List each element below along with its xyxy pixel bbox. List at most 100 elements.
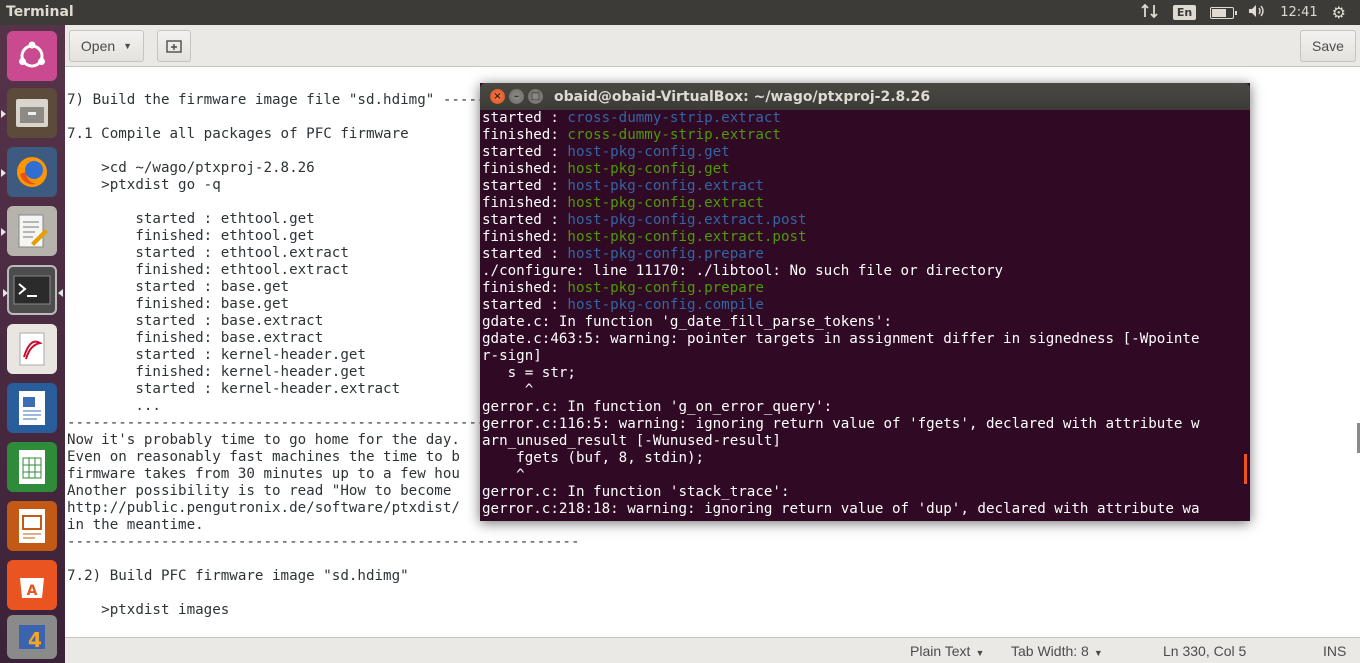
terminal-line-prefix: ^ — [482, 382, 534, 398]
terminal-line: gdate.c: In function 'g_date_fill_parse_… — [482, 314, 1250, 331]
top-panel: Terminal En 12:41 ⚙ — [0, 0, 1360, 25]
firefox-icon[interactable] — [1, 147, 57, 197]
terminal-line: s = str; — [482, 365, 1250, 382]
network-icon[interactable] — [1141, 3, 1159, 23]
ubuntu-software-icon[interactable]: A — [7, 560, 57, 610]
terminal-line-prefix: gerror.c: In function 'stack_trace': — [482, 484, 790, 500]
editor-line: >ptxdist images — [67, 602, 230, 618]
terminal-line: gerror.c: In function 'g_on_error_query'… — [482, 399, 1250, 416]
terminal-line-prefix: gerror.c: In function 'g_on_error_query'… — [482, 399, 833, 415]
files-icon[interactable] — [1, 88, 57, 138]
terminal-line-prefix: finished: — [482, 229, 568, 245]
terminal-line-prefix: arn_unused_result [-Wunused-result] — [482, 433, 781, 449]
software-updater-icon[interactable]: 4 — [7, 615, 57, 659]
terminal-line-prefix: fgets (buf, 8, stdin); — [482, 450, 705, 466]
terminal-titlebar[interactable]: × – □ obaid@obaid-VirtualBox: ~/wago/ptx… — [480, 83, 1250, 110]
minimize-icon[interactable]: – — [509, 89, 524, 104]
terminal-line: ^ — [482, 382, 1250, 399]
terminal-line: fgets (buf, 8, stdin); — [482, 450, 1250, 467]
tab-width-label: Tab Width: 8 — [1011, 643, 1089, 659]
terminal-line-package: host-pkg-config.extract.post — [567, 212, 807, 228]
system-tray: En 12:41 ⚙ — [1141, 0, 1360, 25]
terminal-line-prefix: started : — [482, 110, 568, 126]
maximize-icon[interactable]: □ — [528, 89, 543, 104]
terminal-line-prefix: started : — [482, 297, 568, 313]
terminal-scrollbar[interactable] — [1244, 454, 1247, 484]
terminal-line: started : host-pkg-config.prepare — [482, 246, 1250, 263]
terminal-line: gerror.c:218:18: warning: ignoring retur… — [482, 501, 1250, 518]
tab-width-dropdown[interactable]: Tab Width: 8 ▼ — [1011, 643, 1103, 659]
active-indicator — [58, 289, 63, 297]
open-button[interactable]: Open ▼ — [69, 30, 144, 62]
terminal-line-prefix: s = str; — [482, 365, 576, 381]
editor-statusbar: Plain Text ▼ Tab Width: 8 ▼ Ln 330, Col 5 … — [65, 637, 1360, 663]
terminal-line-prefix: gdate.c:463:5: warning: pointer targets … — [482, 331, 1200, 347]
save-button-label: Save — [1312, 38, 1344, 54]
close-icon[interactable]: × — [490, 89, 505, 104]
new-tab-button[interactable] — [157, 30, 191, 62]
running-indicator — [1, 228, 6, 236]
clock[interactable]: 12:41 — [1280, 5, 1317, 20]
terminal-line: arn_unused_result [-Wunused-result] — [482, 433, 1250, 450]
chevron-down-icon: ▼ — [1093, 648, 1103, 658]
document-viewer-icon[interactable] — [7, 324, 57, 374]
terminal-line-package: host-pkg-config.prepare — [567, 246, 764, 262]
insert-mode-indicator[interactable]: INS — [1323, 643, 1346, 659]
terminal-line: ./configure: line 11170: ./libtool: No s… — [482, 263, 1250, 280]
libreoffice-impress-icon[interactable] — [7, 501, 57, 551]
terminal-line: finished: host-pkg-config.extract.post — [482, 229, 1250, 246]
keyboard-layout-indicator[interactable]: En — [1172, 5, 1197, 20]
save-button[interactable]: Save — [1300, 30, 1356, 62]
terminal-output[interactable]: started : cross-dummy-strip.extract finis… — [480, 110, 1250, 521]
terminal-line-package: host-pkg-config.get — [567, 161, 730, 177]
terminal-window[interactable]: × – □ obaid@obaid-VirtualBox: ~/wago/ptx… — [480, 83, 1250, 521]
editor-toolbar: Open ▼ Save — [65, 25, 1360, 67]
terminal-line-prefix: gerror.c:218:18: warning: ignoring retur… — [482, 501, 1200, 517]
text-editor-icon[interactable] — [1, 206, 57, 256]
terminal-line: gerror.c:116:5: warning: ignoring return… — [482, 416, 1250, 433]
terminal-line-prefix: started : — [482, 178, 568, 194]
terminal-line: started : host-pkg-config.extract.post — [482, 212, 1250, 229]
terminal-line: gdate.c:463:5: warning: pointer targets … — [482, 331, 1250, 348]
terminal-line-prefix: r-sign] — [482, 348, 542, 364]
libreoffice-writer-icon[interactable] — [7, 383, 57, 433]
terminal-line: r-sign] — [482, 348, 1250, 365]
syntax-language-label: Plain Text — [910, 643, 971, 659]
svg-text:A: A — [27, 583, 38, 599]
syntax-language-dropdown[interactable]: Plain Text ▼ — [910, 643, 984, 659]
terminal-line-prefix: ^ — [482, 467, 525, 483]
running-indicator — [1, 110, 6, 118]
svg-text:4: 4 — [28, 628, 42, 652]
editor-line: ----------------------------------------… — [67, 534, 580, 550]
terminal-line: ^ — [482, 467, 1250, 484]
battery-level-fill — [1212, 8, 1227, 17]
terminal-line-prefix: ./configure: line 11170: ./libtool: No s… — [482, 263, 1004, 279]
terminal-line-prefix: gerror.c:116:5: warning: ignoring return… — [482, 416, 1200, 432]
new-tab-icon — [166, 40, 182, 53]
volume-icon[interactable] — [1248, 4, 1266, 22]
terminal-line-package: host-pkg-config.extract.post — [567, 229, 807, 245]
gear-icon[interactable]: ⚙ — [1332, 3, 1346, 22]
terminal-line: gerror.c: In function 'stack_trace': — [482, 484, 1250, 501]
ubuntu-dash-icon[interactable] — [7, 31, 57, 81]
terminal-line-prefix: started : — [482, 246, 568, 262]
chevron-down-icon: ▼ — [975, 648, 985, 658]
libreoffice-calc-icon[interactable] — [7, 442, 57, 492]
active-app-name: Terminal — [6, 4, 74, 20]
terminal-line-prefix: finished: — [482, 195, 568, 211]
terminal-title: obaid@obaid-VirtualBox: ~/wago/ptxproj-2… — [554, 89, 931, 105]
terminal-line-prefix: gdate.c: In function 'g_date_fill_parse_… — [482, 314, 892, 330]
terminal-line: finished: cross-dummy-strip.extract — [482, 127, 1250, 144]
open-button-label: Open — [80, 38, 116, 54]
terminal-line: started : host-pkg-config.compile — [482, 297, 1250, 314]
terminal-icon[interactable] — [3, 265, 63, 315]
terminal-line-package: cross-dummy-strip.extract — [567, 127, 781, 143]
running-indicator — [1, 169, 6, 177]
terminal-line-prefix: started : — [482, 212, 568, 228]
terminal-line-package: host-pkg-config.extract — [567, 195, 764, 211]
terminal-line-prefix: finished: — [482, 127, 568, 143]
battery-icon[interactable] — [1210, 6, 1238, 19]
editor-line: 7.2) Build PFC firmware image "sd.hdimg" — [67, 568, 409, 584]
terminal-line: started : cross-dummy-strip.extract — [482, 110, 1250, 127]
